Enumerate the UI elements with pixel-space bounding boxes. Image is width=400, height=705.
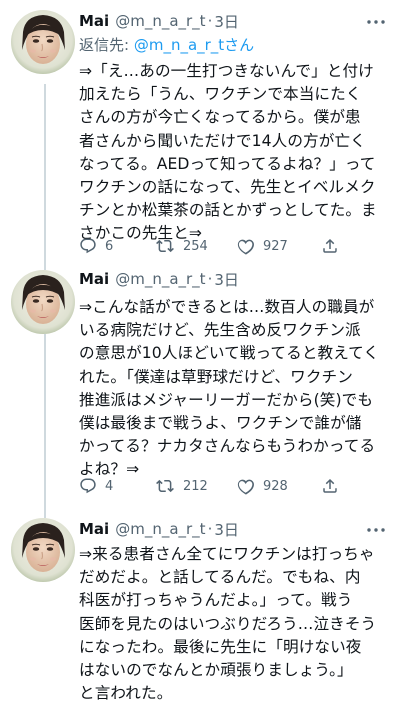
avatar[interactable] (11, 10, 75, 74)
reply-bubble-icon (80, 478, 96, 494)
like-count: 927 (263, 238, 288, 254)
author-name[interactable]: Mai (79, 520, 109, 538)
tweet-header: Mai @m_n_a_r_t · 3日 (79, 10, 239, 32)
reply-button[interactable]: 6 (79, 237, 155, 255)
tweet-text: ⇒「え…あの一生打つきないんで」と付け 加えたら「うん、ワクチンで本当にたく さ… (79, 62, 377, 243)
retweet-icon (156, 239, 174, 253)
like-count: 928 (263, 478, 288, 494)
tweet-text: ⇒来る患者さん全てにワクチンは打っちゃ だめだよ。と話してるんだ。でもね、内 科… (79, 545, 377, 703)
author-name[interactable]: Mai (79, 12, 109, 30)
tweet[interactable]: Mai @m_n_a_r_t · 3日 ⇒来る患者さん全てにワクチンは打っちゃ … (0, 508, 400, 702)
tweet[interactable]: Mai @m_n_a_r_t · 3日 ⇒こんな話ができるとは…数百人の職員が … (0, 258, 400, 512)
share-icon (323, 238, 337, 253)
reply-count: 6 (105, 238, 114, 254)
tweet[interactable]: Mai @m_n_a_r_t · 3日 返信先: @m_n_a_r_tさん ⇒「… (0, 0, 400, 262)
reply-bubble-icon (80, 238, 96, 254)
tweet-header: Mai @m_n_a_r_t · 3日 (79, 518, 239, 540)
tweet-date[interactable]: 3日 (214, 519, 239, 540)
more-horizontal-icon[interactable] (366, 14, 386, 30)
author-handle[interactable]: @m_n_a_r_t (115, 12, 205, 30)
thread-connector-line (44, 334, 46, 512)
retweet-button[interactable]: 212 (155, 477, 237, 495)
reply-to-handle-link[interactable]: @m_n_a_r_tさん (134, 36, 254, 54)
heart-icon (237, 479, 254, 495)
retweet-icon (156, 479, 174, 493)
share-button[interactable] (321, 237, 351, 255)
like-button[interactable]: 928 (237, 477, 321, 495)
retweet-count: 254 (183, 238, 208, 254)
thread-connector-line (44, 508, 46, 518)
thread-connector-line (44, 84, 46, 262)
heart-icon (237, 239, 254, 255)
thread-connector-line (44, 258, 46, 270)
more-horizontal-icon[interactable] (366, 522, 386, 538)
retweet-count: 212 (183, 478, 208, 494)
share-icon (323, 478, 337, 493)
retweet-button[interactable]: 254 (155, 237, 237, 255)
tweet-actions: 4 212 928 (79, 474, 379, 498)
separator-dot: · (207, 520, 213, 538)
reply-count: 4 (105, 478, 114, 494)
tweet-date[interactable]: 3日 (214, 269, 239, 290)
separator-dot: · (207, 12, 213, 30)
author-name[interactable]: Mai (79, 270, 109, 288)
author-handle[interactable]: @m_n_a_r_t (115, 520, 205, 538)
tweet-text: ⇒こんな話ができるとは…数百人の職員が いる病院だけど、先生含め反ワクチン派 の… (79, 298, 380, 479)
separator-dot: · (207, 270, 213, 288)
avatar[interactable] (11, 518, 75, 582)
like-button[interactable]: 927 (237, 237, 321, 255)
avatar[interactable] (11, 270, 75, 334)
tweet-date[interactable]: 3日 (214, 11, 239, 32)
tweet-header: Mai @m_n_a_r_t · 3日 (79, 268, 239, 290)
reply-button[interactable]: 4 (79, 477, 155, 495)
reply-to-label: 返信先: (79, 36, 134, 54)
reply-to-line: 返信先: @m_n_a_r_tさん (79, 34, 254, 55)
tweet-actions: 6 254 927 (79, 234, 379, 258)
author-handle[interactable]: @m_n_a_r_t (115, 270, 205, 288)
share-button[interactable] (321, 477, 351, 495)
